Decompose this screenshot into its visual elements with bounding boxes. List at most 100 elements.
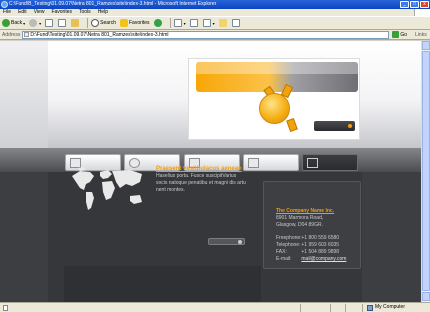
scroll-up-button[interactable] xyxy=(422,41,430,50)
mail-icon xyxy=(173,19,182,27)
maximize-button[interactable]: □ xyxy=(410,1,419,8)
security-zone: My Computer xyxy=(367,303,405,312)
envelope-icon xyxy=(307,158,318,168)
fax-label: FAX: xyxy=(276,249,287,255)
promo-more-button[interactable] xyxy=(208,238,245,245)
contact-telephone: Telephone: +1 959 603 6035 xyxy=(276,242,339,248)
history-button[interactable] xyxy=(153,19,163,27)
email-label: E-mail: xyxy=(276,256,292,262)
status-pane xyxy=(362,304,363,312)
telephone-value: +1 959 603 6035 xyxy=(301,242,340,248)
menu-tools[interactable]: Tools xyxy=(79,9,91,16)
contact-fax: FAX: +1 504 889 9898 xyxy=(276,249,339,255)
refresh-icon xyxy=(58,19,67,27)
freephone-value: +1 800 559 6580 xyxy=(301,235,340,241)
banner-more-button[interactable] xyxy=(314,121,355,131)
calendar-icon xyxy=(248,158,259,168)
folder-icon xyxy=(218,19,227,27)
promo-text: Hasellus porta. Fusce suscipitVarius soc… xyxy=(156,173,246,193)
banner-graphic xyxy=(196,62,358,92)
gold-medal-icon xyxy=(259,93,290,124)
browser-toolbar: Back ▾ ▾ Search Favorites ▾ ▾ xyxy=(0,16,430,30)
folder-button[interactable] xyxy=(218,19,228,27)
mail-button[interactable]: ▾ xyxy=(173,19,186,27)
fax-value: +1 504 889 9898 xyxy=(301,249,340,255)
menu-edit[interactable]: Edit xyxy=(18,9,27,16)
windows-logo-icon xyxy=(414,9,430,16)
messenger-button[interactable] xyxy=(231,19,241,27)
hero-left-shade xyxy=(0,41,48,148)
ie-logo-icon xyxy=(1,1,8,8)
search-button[interactable]: Search xyxy=(91,19,116,27)
world-map-icon xyxy=(72,167,142,210)
home-icon xyxy=(71,19,80,27)
print-button[interactable] xyxy=(189,19,199,27)
contact-address-line2: Glasgow, D04 89GR. xyxy=(276,222,323,228)
edit-dropdown-icon[interactable]: ▾ xyxy=(213,21,215,26)
links-button[interactable]: Links xyxy=(415,32,427,38)
window-title: C:\Fund\B_Testing\01.09.07\Netra 801_Ram… xyxy=(9,1,217,7)
go-label: Go xyxy=(400,31,408,38)
status-pane xyxy=(300,304,301,312)
freephone-label: Freephone: xyxy=(276,235,302,241)
nav-tab-mail[interactable] xyxy=(302,154,358,171)
menu-help[interactable]: Help xyxy=(98,9,108,16)
contact-freephone: Freephone: +1 800 559 6580 xyxy=(276,235,339,241)
edit-button[interactable]: ▾ xyxy=(202,19,215,27)
page-done-icon xyxy=(3,305,8,311)
back-button[interactable]: Back ▾ xyxy=(2,19,25,27)
nav-tab-calendar[interactable] xyxy=(243,154,299,171)
page-icon xyxy=(24,32,30,37)
orange-dot-icon xyxy=(348,124,352,128)
telephone-label: Telephone: xyxy=(276,242,301,248)
toolbar-separator xyxy=(169,18,171,28)
minimize-button[interactable]: _ xyxy=(400,1,409,8)
forward-button[interactable]: ▾ xyxy=(29,19,41,27)
vertical-scrollbar[interactable] xyxy=(421,41,430,302)
edit-icon xyxy=(202,19,211,27)
refresh-button[interactable] xyxy=(58,19,67,27)
go-arrow-icon xyxy=(392,31,400,38)
address-bar: Address D:\Fund\Testing\01.09.07\Netra 8… xyxy=(0,30,430,40)
window-titlebar: C:\Fund\B_Testing\01.09.07\Netra 801_Ram… xyxy=(0,0,430,9)
search-label: Search xyxy=(100,20,116,26)
menu-view[interactable]: View xyxy=(34,9,45,16)
content-lower-block xyxy=(64,266,261,302)
address-value: D:\Fund\Testing\01.09.07\Netra 801_Ramze… xyxy=(30,31,169,38)
mail-dropdown-icon[interactable]: ▾ xyxy=(184,21,186,26)
favorites-star-icon xyxy=(120,19,128,27)
dot-icon xyxy=(238,240,242,244)
favorites-label: Favorites xyxy=(129,20,150,26)
contact-address-line1: 8901 Marmora Road, xyxy=(276,215,324,221)
print-icon xyxy=(189,19,198,27)
back-arrow-icon xyxy=(2,19,10,27)
scrollbar-thumb[interactable] xyxy=(422,51,430,291)
forward-arrow-icon xyxy=(29,19,38,27)
menu-favorites[interactable]: Favorites xyxy=(51,9,72,16)
close-button[interactable]: x xyxy=(420,1,429,8)
home-button[interactable] xyxy=(71,19,80,27)
menu-bar: File Edit View Favorites Tools Help xyxy=(0,9,430,16)
window-controls: _ □ x xyxy=(400,1,429,8)
address-input[interactable]: D:\Fund\Testing\01.09.07\Netra 801_Ramze… xyxy=(22,30,390,39)
zone-label: My Computer xyxy=(375,304,406,310)
stop-icon xyxy=(45,19,54,27)
status-pane xyxy=(330,304,331,312)
forward-dropdown-icon[interactable]: ▾ xyxy=(39,21,41,26)
toolbar-separator xyxy=(87,18,89,28)
back-dropdown-icon[interactable]: ▾ xyxy=(23,21,25,26)
search-icon xyxy=(91,19,100,27)
favorites-button[interactable]: Favorites xyxy=(120,19,150,27)
menu-file[interactable]: File xyxy=(3,9,11,16)
stop-button[interactable] xyxy=(45,19,54,27)
status-pane xyxy=(345,304,346,312)
go-button[interactable]: Go xyxy=(392,31,407,38)
messenger-icon xyxy=(231,19,240,27)
back-label: Back xyxy=(11,20,23,26)
contact-email: E-mail: mail@company.com xyxy=(276,256,346,262)
promo-title-link[interactable]: Praesent vestibulacus aenean xyxy=(156,166,242,172)
email-link[interactable]: mail@company.com xyxy=(301,256,346,262)
address-label: Address xyxy=(2,31,21,38)
contact-company-link[interactable]: The Company Name Inc. xyxy=(276,208,334,214)
scroll-down-button[interactable] xyxy=(422,292,430,301)
